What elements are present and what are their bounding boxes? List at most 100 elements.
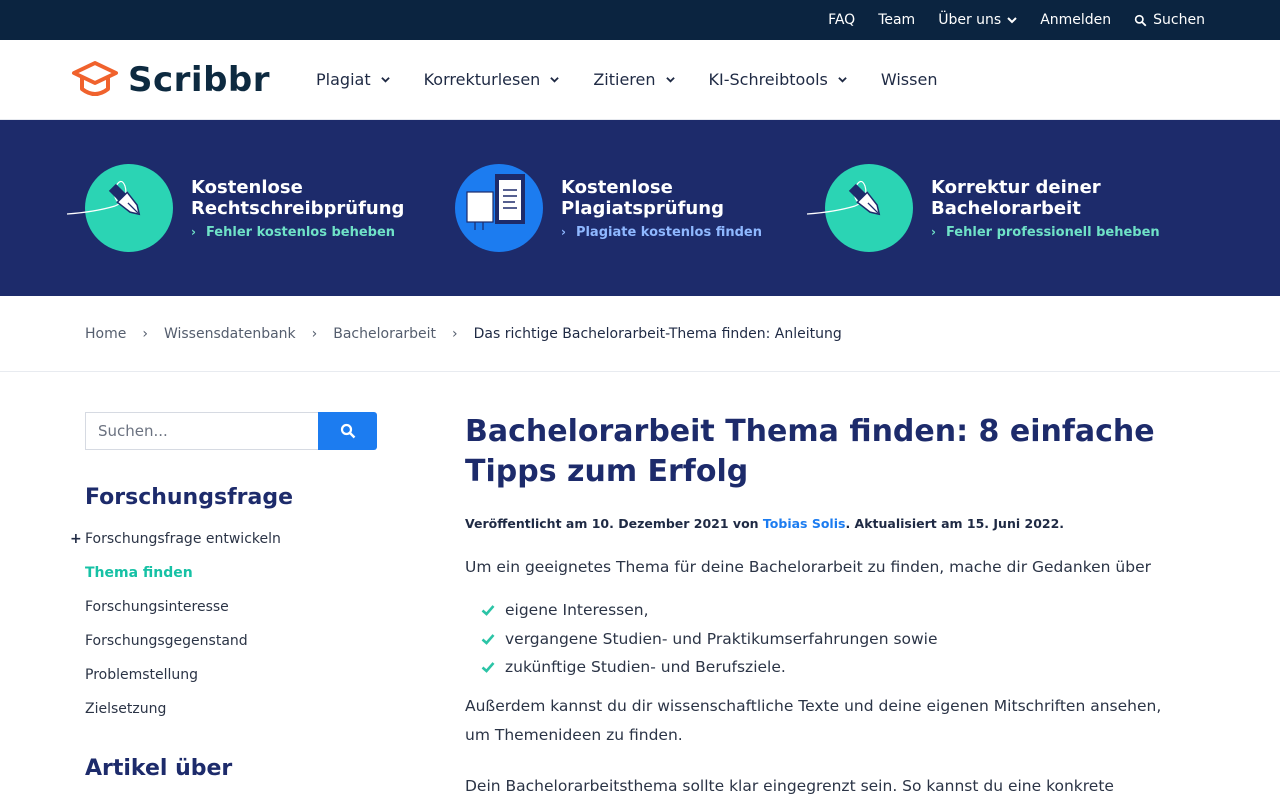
chevron-right-icon: › (561, 225, 566, 239)
promo-text: Kostenlose Rechtschreibprüfung › Fehler ko… (191, 177, 404, 240)
sidebar-item-active[interactable]: Thema finden (85, 556, 465, 590)
list-item: zukünftige Studien- und Berufsziele. (481, 653, 1180, 682)
logo[interactable]: Scribbr (70, 59, 270, 101)
promo-title: Korrektur deiner Bachelorarbeit (931, 177, 1160, 219)
team-link[interactable]: Team (878, 12, 915, 28)
promo-rechtschreibpruefung[interactable]: Kostenlose Rechtschreibprüfung › Fehler ko… (66, 164, 455, 252)
chevron-right-icon: › (142, 325, 148, 342)
promo-text: Kostenlose Plagiatsprüfung › Plagiate kost… (561, 177, 762, 240)
sidebar-item-label: Problemstellung (85, 667, 199, 683)
chevron-right-icon: › (452, 325, 458, 342)
list-item-text: zukünftige Studien- und Berufsziele. (505, 658, 786, 676)
chevron-down-icon (838, 77, 847, 83)
main-header: Scribbr Plagiat Korrekturlesen Zitieren … (0, 40, 1280, 120)
check-icon (481, 605, 495, 617)
list-item-text: eigene Interessen, (505, 601, 649, 619)
nav-plagiat[interactable]: Plagiat (316, 70, 390, 89)
author-link[interactable]: Tobias Solis (763, 516, 846, 531)
search-button[interactable] (318, 412, 377, 450)
search-label: Suchen (1153, 12, 1205, 28)
sidebar-item-label: Zielsetzung (85, 701, 167, 717)
promo-link[interactable]: › Fehler professionell beheben (931, 225, 1160, 240)
content-area: Forschungsfrage +Forschungsfrage entwick… (0, 372, 1280, 800)
check-icon (481, 662, 495, 674)
utility-bar: FAQ Team Über uns Anmelden Suchen (0, 0, 1280, 40)
nav-label: KI-Schreibtools (708, 70, 828, 89)
faq-link[interactable]: FAQ (828, 12, 855, 28)
sidebar-item[interactable]: Forschungsgegenstand (85, 624, 465, 658)
search-icon (340, 423, 355, 439)
graduation-cap-logo-icon (72, 60, 118, 96)
plus-icon[interactable]: + (70, 531, 82, 547)
chevron-down-icon (1007, 17, 1017, 24)
breadcrumb-wissensdatenbank[interactable]: Wissensdatenbank (164, 326, 296, 342)
sidebar: Forschungsfrage +Forschungsfrage entwick… (70, 412, 465, 800)
nav-ki-schreibtools[interactable]: KI-Schreibtools (709, 70, 847, 89)
article-paragraph: Dein Bachelorarbeitsthema sollte klar ei… (465, 776, 1114, 795)
sidebar-item[interactable]: + Forschungsfrage entwickeln (70, 522, 465, 556)
article-intro: Um ein geeignetes Thema für deine Bachel… (465, 558, 1151, 576)
promo-title: Kostenlose Rechtschreibprüfung (191, 177, 404, 219)
list-item: eigene Interessen, (481, 596, 1180, 625)
chevron-down-icon (550, 77, 560, 83)
promo-title-line: Bachelorarbeit (931, 197, 1081, 219)
search-input[interactable] (85, 412, 318, 450)
nav-zitieren[interactable]: Zitieren (593, 70, 675, 89)
pen-icon (806, 164, 913, 252)
chevron-right-icon: › (191, 225, 196, 239)
article-paragraph: Außerdem kannst du dir wissenschaftliche… (465, 696, 1162, 744)
article-meta: Veröffentlicht am 10. Dezember 2021 von … (465, 516, 1180, 531)
promo-title-line: Kostenlose (561, 176, 673, 198)
breadcrumb-bachelorarbeit[interactable]: Bachelorarbeit (333, 326, 436, 342)
chevron-right-icon: › (931, 225, 936, 239)
about-menu[interactable]: Über uns (938, 12, 1017, 28)
promo-korrektur-bachelorarbeit[interactable]: Korrektur deiner Bachelorarbeit › Fehler p… (806, 164, 1195, 252)
nav-label: Korrekturlesen (423, 70, 541, 89)
sidebar-item-label: Forschungsgegenstand (85, 633, 248, 649)
search-icon (1134, 14, 1147, 26)
pen-icon (66, 164, 173, 252)
sidebar-item-label: Forschungsfrage entwickeln (85, 531, 281, 547)
sidebar-item-label: Thema finden (85, 565, 193, 581)
promo-link-label: Plagiate kostenlos finden (575, 224, 762, 240)
meta-updated: . Aktualisiert am 15. Juni 2022. (845, 516, 1065, 531)
nav-wissen[interactable]: Wissen (881, 70, 938, 89)
sidebar-item[interactable]: Zielsetzung (85, 692, 465, 726)
article: Bachelorarbeit Thema finden: 8 einfache … (465, 412, 1180, 800)
login-link[interactable]: Anmelden (1040, 12, 1111, 28)
documents-icon (455, 164, 543, 252)
promo-link-label: Fehler professionell beheben (945, 224, 1160, 240)
checklist: eigene Interessen, vergangene Studien- u… (481, 596, 1180, 682)
promo-title-line: Plagiatsprüfung (561, 197, 724, 219)
nav-korrekturlesen[interactable]: Korrekturlesen (424, 70, 560, 89)
promo-title: Kostenlose Plagiatsprüfung (561, 177, 762, 219)
list-item: vergangene Studien- und Praktikumserfahr… (481, 625, 1180, 654)
promo-title-line: Kostenlose (191, 176, 303, 198)
sidebar-item-label: Forschungsinteresse (85, 599, 229, 615)
chevron-down-icon (380, 77, 390, 83)
list-item-text: vergangene Studien- und Praktikumserfahr… (505, 629, 938, 648)
promo-plagiatspruefung[interactable]: Kostenlose Plagiatsprüfung › Plagiate kost… (455, 164, 825, 252)
check-icon (481, 633, 495, 645)
sidebar-search (85, 412, 377, 450)
sidebar-item[interactable]: Problemstellung (85, 658, 465, 692)
nav-label: Zitieren (593, 70, 656, 89)
chevron-down-icon (665, 77, 675, 83)
search-link[interactable]: Suchen (1134, 12, 1205, 28)
main-nav: Plagiat Korrekturlesen Zitieren KI-Schre… (316, 70, 971, 89)
promo-title-line: Korrektur deiner (931, 176, 1101, 198)
promo-link[interactable]: › Fehler kostenlos beheben (191, 225, 404, 240)
sidebar-item[interactable]: Forschungsinteresse (85, 590, 465, 624)
promo-text: Korrektur deiner Bachelorarbeit › Fehler p… (931, 177, 1160, 240)
promo-link[interactable]: › Plagiate kostenlos finden (561, 225, 762, 240)
meta-published: Veröffentlicht am 10. Dezember 2021 von (465, 516, 763, 531)
promo-banner: Kostenlose Rechtschreibprüfung › Fehler ko… (0, 120, 1280, 296)
chevron-right-icon: › (311, 325, 318, 342)
sidebar-list: + Forschungsfrage entwickeln Thema finden… (70, 522, 465, 726)
nav-label: Plagiat (316, 70, 371, 89)
breadcrumb-current: Das richtige Bachelorarbeit-Thema finden… (473, 325, 842, 342)
breadcrumb: Home › Wissensdatenbank › Bachelorarbeit… (0, 296, 1280, 372)
breadcrumb-home[interactable]: Home (85, 326, 126, 342)
logo-text: Scribbr (128, 59, 271, 100)
article-title: Bachelorarbeit Thema finden: 8 einfache … (465, 414, 1155, 489)
